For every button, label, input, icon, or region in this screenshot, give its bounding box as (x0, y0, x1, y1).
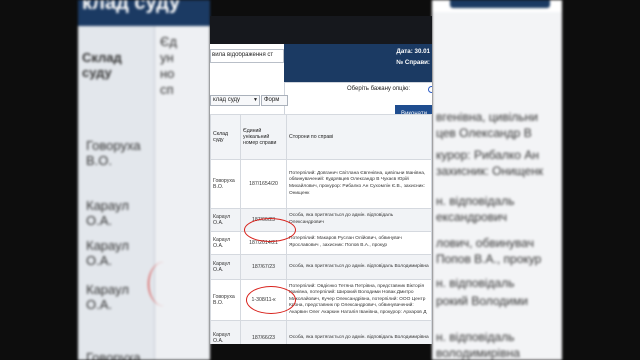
header-parties: Сторони по справі (286, 114, 432, 160)
phone-screenshot: вила відображення ст Дата: 30.01 № Справ… (210, 16, 432, 344)
left-judge-5: Говоруха (86, 350, 141, 360)
right-text-line: володимирівна (436, 346, 520, 360)
case-number-cell[interactable]: 187/67/23 (240, 254, 287, 280)
left-col1-header: Склад суду (82, 50, 122, 80)
chevron-down-icon: ▼ (253, 97, 258, 103)
left-header-text: клад суду (82, 0, 181, 14)
left-judge-2: Караул О.А. (86, 198, 129, 228)
left-judge-4: Караул О.А. (86, 282, 129, 312)
parties-cell: Потерпілий: Довганич Світлана Євгенівна,… (286, 159, 432, 209)
left-judge-3: Караул О.А. (86, 238, 129, 268)
right-text-line: н. відповідаль (436, 194, 515, 208)
judge-cell: Караул О.А. (210, 231, 241, 255)
right-header-pill (450, 0, 550, 8)
left-red-annotation (148, 262, 179, 306)
case-number-cell[interactable]: 187/66/23 (240, 320, 287, 344)
judge-cell: Караул О.А. (210, 320, 241, 344)
table-header-row: Склад суду Єдиний унікальний номер справ… (210, 114, 432, 160)
table-row[interactable]: Говоруха В.О. 187/1654/20 Потерпілий: До… (210, 159, 432, 209)
header-court-composition: Склад суду (210, 114, 241, 160)
right-text-line: захисник: Онищенк (436, 164, 544, 178)
right-text-line: лович, обвинувач (436, 236, 534, 250)
case-number-cell[interactable]: 187/1654/20 (240, 159, 287, 209)
parties-cell: Особа, яка притягається до адмін. відпов… (286, 320, 432, 344)
left-header-bar: клад суду (78, 0, 210, 26)
court-select[interactable]: клад суду ▼ (210, 95, 260, 106)
left-judge-1: Говоруха В.О. (86, 138, 141, 168)
judge-cell: Караул О.А. (210, 254, 241, 280)
parties-cell: Потерпілий: Овдієнко Тетяна Петрівна, пр… (286, 279, 432, 321)
right-text-line: Попов В.А., прокур (436, 252, 542, 266)
court-select-value: клад суду (213, 97, 240, 103)
right-text-line: н. відповідаль (436, 330, 515, 344)
left-background-panel: клад суду Склад суду Єд ун но сп Говорух… (78, 0, 210, 360)
left-col2-header: Єд ун но сп (160, 34, 177, 97)
table-row[interactable]: Говоруха В.О. 1-308/11-к Потерпілий: Овд… (210, 279, 432, 321)
right-text-line: вгенівна, цивільни (436, 110, 538, 124)
case-header-bar: Дата: 30.01 № Справи: (284, 44, 432, 82)
right-text-line: ександрович (436, 210, 508, 224)
red-circle-annotation (244, 218, 296, 242)
right-background-panel: вгенівна, цивільни цев Олександр В курор… (432, 0, 562, 360)
judge-cell: Караул О.А. (210, 208, 241, 232)
judge-cell: Говоруха В.О. (210, 279, 241, 321)
right-text-line: цев Олександр В (436, 126, 532, 140)
select-bar: клад суду ▼ Форм (210, 95, 288, 106)
table-row[interactable]: Караул О.А. 187/67/23 Особа, яка притяга… (210, 254, 432, 280)
top-dark-bar (210, 16, 432, 44)
parties-cell: Особа, яка притягається до адмін. відпов… (286, 254, 432, 280)
right-header-bar (432, 0, 562, 12)
parties-cell: Потерпілий: Макаров Руслан Олійович, обв… (286, 231, 432, 255)
right-text-line: н. відповідаль (436, 276, 515, 290)
table-row[interactable]: Караул О.А. 187/66/23 Особа, яка притяга… (210, 320, 432, 344)
header-case-number: Єдиний унікальний номер справи (240, 114, 287, 160)
parties-cell: Особа, яка притягається до адмін. відпов… (286, 208, 432, 232)
table-row[interactable]: Караул О.А. 187/2014/21 Потерпілий: Мака… (210, 231, 432, 255)
form-select[interactable]: Форм (261, 95, 288, 106)
date-label: Дата: 30.01 (396, 48, 430, 55)
option-radio[interactable] (428, 86, 432, 93)
case-number-label: № Справи: (396, 59, 430, 66)
judge-cell: Говоруха В.О. (210, 159, 241, 209)
form-select-value: Форм (264, 97, 280, 103)
right-text-line: курор: Рибалко Ан (436, 148, 539, 162)
right-text-line: рокий Володими (436, 294, 528, 308)
red-circle-annotation (246, 286, 296, 314)
modal-prompt: Оберіть бажану опцію: (347, 86, 411, 92)
filter-text: вила відображення ст (212, 52, 274, 58)
